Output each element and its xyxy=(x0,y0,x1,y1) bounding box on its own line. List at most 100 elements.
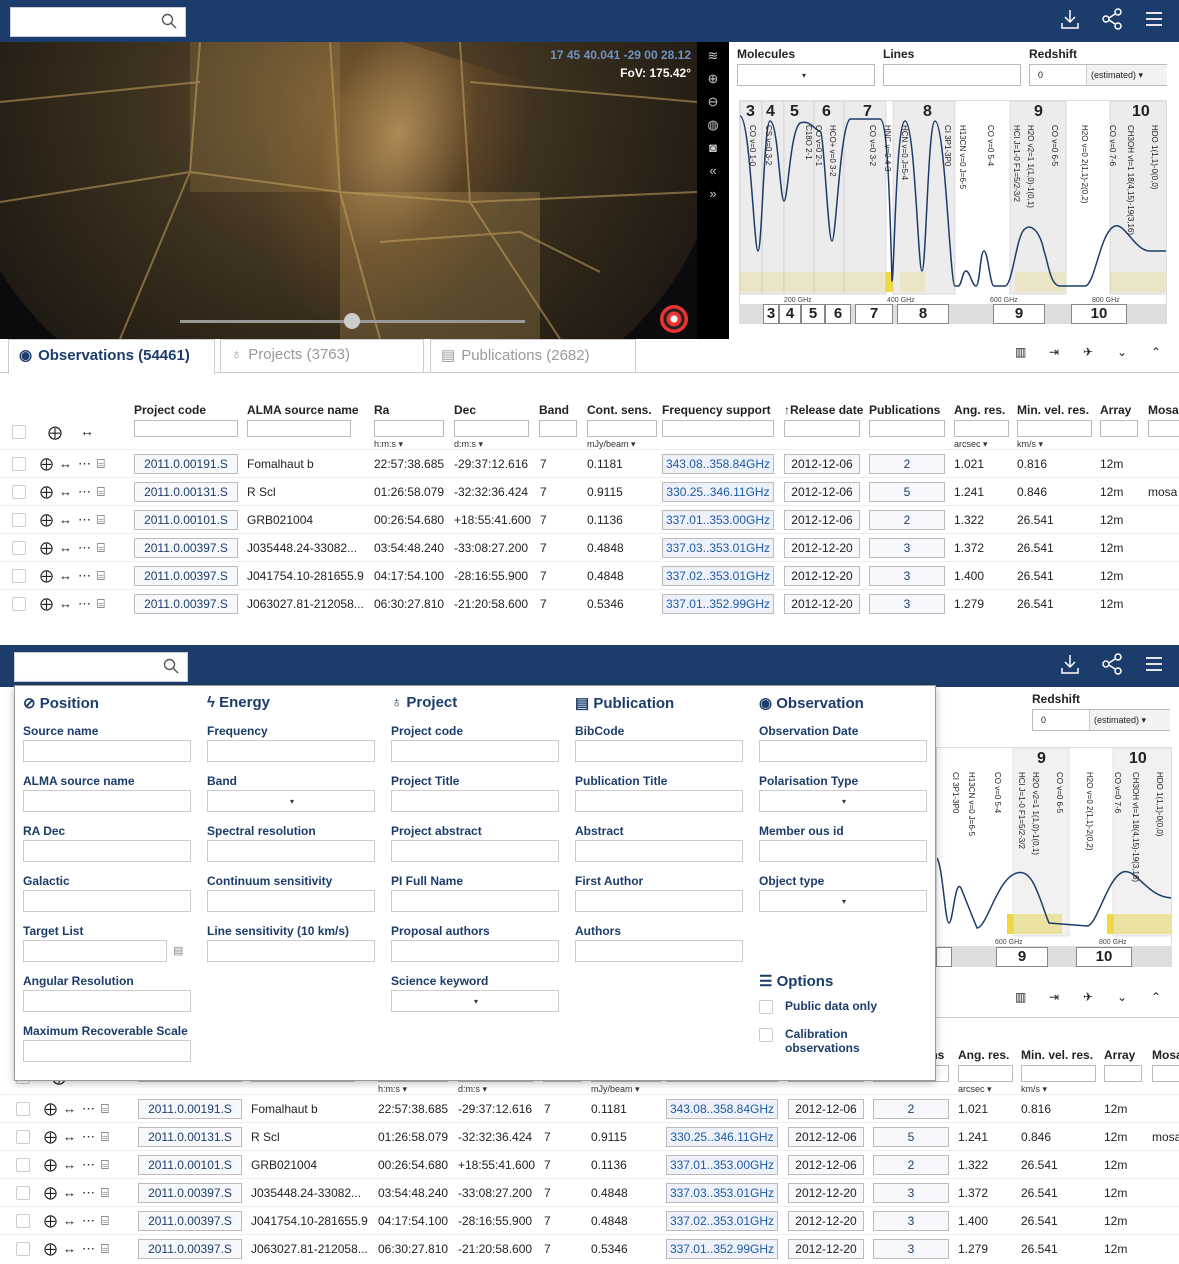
authors-input[interactable] xyxy=(575,940,743,962)
publication-title-input[interactable] xyxy=(575,790,743,812)
publications-count[interactable]: 5 xyxy=(873,1127,949,1147)
columns-icon[interactable]: ▥ xyxy=(1015,990,1031,1006)
column-filter-input[interactable] xyxy=(1152,1065,1179,1082)
datacube-icon[interactable]: ⌸ xyxy=(97,540,111,555)
row-checkbox[interactable] xyxy=(16,1186,30,1200)
arrows-icon[interactable]: ↔ xyxy=(59,512,78,527)
ra-dec-input[interactable] xyxy=(23,840,191,862)
continuum-sensitivity-input[interactable] xyxy=(207,890,375,912)
line-sensitivity-10-km-s-input[interactable] xyxy=(207,940,375,962)
expand-icon[interactable]: » xyxy=(705,186,721,202)
project-code-link[interactable]: 2011.0.00101.S xyxy=(138,1155,242,1175)
molecules-select[interactable]: ▾ xyxy=(737,64,875,86)
band-button[interactable]: 4 xyxy=(779,304,801,324)
project-code-link[interactable]: 2011.0.00397.S xyxy=(138,1211,242,1231)
project-code-link[interactable]: 2011.0.00397.S xyxy=(134,538,238,558)
publications-count[interactable]: 3 xyxy=(873,1239,949,1259)
sky-viewer[interactable]: 17 45 40.041 -29 00 28.12 FoV: 175.42° xyxy=(0,42,697,339)
crosshair-icon[interactable]: ⨁ xyxy=(44,1101,63,1116)
redshift-mode-select[interactable]: (estimated) ▾ xyxy=(1086,65,1167,85)
crosshair-icon[interactable]: ⨁ xyxy=(40,512,59,527)
band-select[interactable]: ▾ xyxy=(207,790,375,812)
bibcode-input[interactable] xyxy=(575,740,743,762)
row-checkbox[interactable] xyxy=(12,569,26,583)
project-code-link[interactable]: 2011.0.00191.S xyxy=(138,1099,242,1119)
frequency-support[interactable]: 330.25..346.11GHz xyxy=(666,1127,778,1147)
chevron-down-double-icon[interactable]: ⌄ xyxy=(1117,990,1133,1006)
publications-count[interactable]: 2 xyxy=(869,510,945,530)
object-type-select[interactable]: ▾ xyxy=(759,890,927,912)
more-icon[interactable]: ⋯ xyxy=(78,512,97,527)
datacube-icon[interactable]: ⌸ xyxy=(101,1185,115,1200)
publications-count[interactable]: 2 xyxy=(869,454,945,474)
crosshair-icon[interactable]: ⨁ xyxy=(40,540,59,555)
rocket-icon[interactable]: ✈ xyxy=(1083,990,1099,1006)
export-icon[interactable]: ⇥ xyxy=(1049,990,1065,1006)
column-filter-input[interactable] xyxy=(1021,1065,1096,1082)
column-header[interactable]: Ang. res. xyxy=(954,403,1005,417)
crosshair-icon[interactable]: ⨁ xyxy=(44,1157,63,1172)
datacube-icon[interactable]: ⌸ xyxy=(97,484,111,499)
crosshair-icon[interactable]: ⨁ xyxy=(44,1241,63,1256)
table-row[interactable]: ⨁↔⋯⌸ 2011.0.00397.S J041754.10-281655.9 04:… xyxy=(0,1206,1179,1234)
maximum-recoverable-scale-input[interactable] xyxy=(23,1040,191,1062)
datacube-icon[interactable]: ⌸ xyxy=(97,568,111,583)
project-code-link[interactable]: 2011.0.00397.S xyxy=(138,1239,242,1259)
table-row[interactable]: ⨁↔⋯⌸ 2011.0.00131.S R Scl 01:26:58.079 -32:3… xyxy=(0,1122,1179,1150)
column-filter-input[interactable] xyxy=(869,420,945,437)
more-icon[interactable]: ⋯ xyxy=(82,1129,101,1144)
search-input[interactable] xyxy=(14,652,188,682)
table-row[interactable]: ⨁↔⋯⌸ 2011.0.00397.S J035448.24-33082... 03:… xyxy=(0,1178,1179,1206)
publications-count[interactable]: 3 xyxy=(869,538,945,558)
row-checkbox[interactable] xyxy=(12,541,26,555)
more-icon[interactable]: ⋯ xyxy=(78,568,97,583)
frequency-support[interactable]: 337.01..352.99GHz xyxy=(662,594,774,614)
download-icon[interactable] xyxy=(1059,8,1081,30)
table-row[interactable]: ⨁↔⋯⌸ 2011.0.00397.S J063027.81-212058... 06… xyxy=(0,1234,1179,1262)
redshift-input[interactable]: 0 (estimated) ▾ xyxy=(1032,709,1170,731)
more-icon[interactable]: ⋯ xyxy=(78,596,97,611)
frequency-support[interactable]: 330.25..346.11GHz xyxy=(662,482,774,502)
row-checkbox[interactable] xyxy=(12,597,26,611)
column-header[interactable]: Frequency support xyxy=(662,403,771,417)
crosshair-icon[interactable]: ⨁ xyxy=(44,1129,63,1144)
columns-icon[interactable]: ▥ xyxy=(1015,345,1031,361)
spectral-resolution-input[interactable] xyxy=(207,840,375,862)
table-row[interactable]: ⨁↔⋯⌸ 2011.0.00101.S GRB021004 00:26:54.680 +… xyxy=(0,1150,1179,1178)
band-button[interactable]: 7 xyxy=(855,304,893,324)
frequency-support[interactable]: 337.02..353.01GHz xyxy=(662,566,774,586)
frequency-support[interactable]: 343.08..358.84GHz xyxy=(662,454,774,474)
crosshair-icon[interactable]: ⨁ xyxy=(40,484,59,499)
project-code-link[interactable]: 2011.0.00131.S xyxy=(134,482,238,502)
target-list-input[interactable] xyxy=(23,940,167,962)
search-icon[interactable] xyxy=(163,658,179,674)
more-icon[interactable]: ⋯ xyxy=(78,540,97,555)
column-filter-input[interactable] xyxy=(454,420,529,437)
publications-count[interactable]: 3 xyxy=(869,594,945,614)
project-abstract-input[interactable] xyxy=(391,840,559,862)
row-checkbox[interactable] xyxy=(16,1130,30,1144)
frequency-input[interactable] xyxy=(207,740,375,762)
slider-knob[interactable] xyxy=(344,313,360,329)
crosshair-icon[interactable]: ⨁ xyxy=(40,568,59,583)
column-filter-input[interactable] xyxy=(539,420,577,437)
globe-icon[interactable]: ◍ xyxy=(705,117,721,133)
crosshair-icon[interactable]: ⨁ xyxy=(40,456,59,471)
column-header[interactable]: Publications xyxy=(869,403,940,417)
column-header[interactable]: Mosa xyxy=(1148,403,1179,417)
row-checkbox[interactable] xyxy=(12,485,26,499)
table-row[interactable]: ⨁↔⋯⌸ 2011.0.00101.S GRB021004 00:26:54.680 +… xyxy=(0,505,1179,533)
layers-icon[interactable]: ≋ xyxy=(705,48,721,64)
chevron-up-icon[interactable]: ⌃ xyxy=(1151,345,1167,361)
chevron-down-double-icon[interactable]: ⌄ xyxy=(1117,345,1133,361)
datacube-icon[interactable]: ⌸ xyxy=(101,1213,115,1228)
crosshair-icon[interactable]: ⨁ xyxy=(48,424,62,441)
more-icon[interactable]: ⋯ xyxy=(82,1241,101,1256)
datacube-icon[interactable]: ⌸ xyxy=(101,1157,115,1172)
publications-count[interactable]: 3 xyxy=(873,1183,949,1203)
camera-icon[interactable]: ◙ xyxy=(705,140,721,156)
project-code-link[interactable]: 2011.0.00397.S xyxy=(134,594,238,614)
project-code-link[interactable]: 2011.0.00101.S xyxy=(134,510,238,530)
datacube-icon[interactable]: ⌸ xyxy=(97,456,111,471)
arrows-icon[interactable]: ↔ xyxy=(63,1213,82,1228)
